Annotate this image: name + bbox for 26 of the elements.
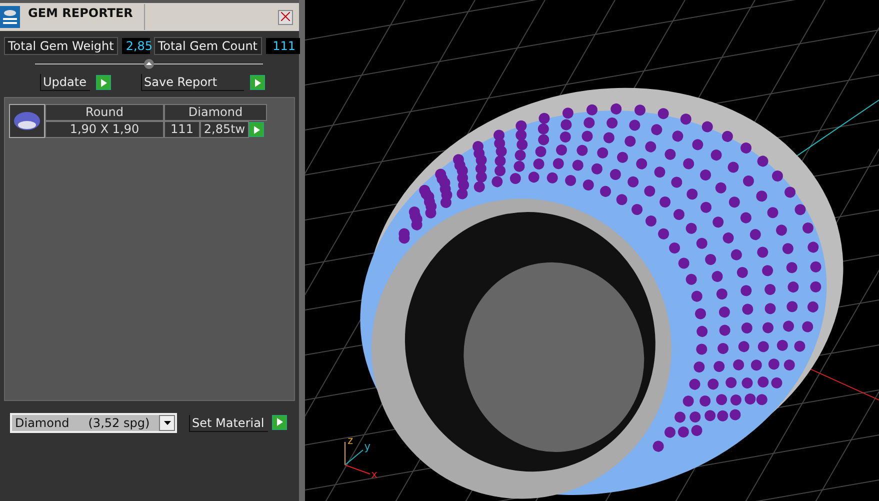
gem-thumbnail [9, 104, 45, 138]
total-value: 111 [266, 38, 300, 54]
material-dropdown[interactable]: Diamond (3,52 spg) [10, 413, 177, 433]
action-label: Save Report [141, 74, 244, 91]
play-button[interactable] [272, 414, 287, 430]
play-icon [276, 418, 282, 426]
play-icon [254, 126, 260, 134]
weight-cell: 2,85tw [200, 121, 249, 138]
total-label: Total Gem Count [154, 37, 262, 55]
play-icon [100, 78, 106, 86]
total-value: 2,85 [122, 38, 150, 54]
axis-label: z [347, 434, 354, 447]
size-cell: 1,90 X 1,90 [45, 121, 164, 138]
total-label: Total Gem Weight [4, 37, 118, 55]
gem-report-icon [0, 6, 20, 28]
axis-label: x [371, 468, 378, 481]
collapse-handle-icon[interactable] [144, 59, 154, 69]
play-icon [254, 78, 260, 86]
material-cell: Diamond [164, 104, 267, 121]
close-button[interactable] [278, 10, 293, 24]
count-cell: 111 [164, 121, 200, 138]
shape-cell: Round [45, 104, 164, 121]
set-material-label: Set Material [189, 414, 268, 432]
action-label: Update [40, 74, 90, 91]
axis-label: y [364, 440, 371, 453]
window-title: GEM REPORTER [24, 4, 145, 30]
